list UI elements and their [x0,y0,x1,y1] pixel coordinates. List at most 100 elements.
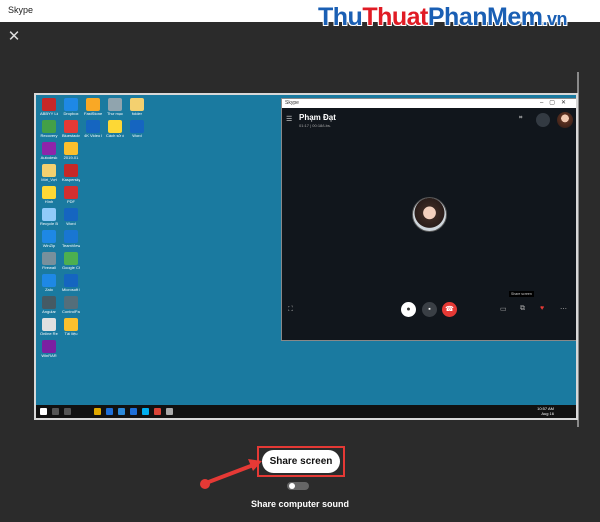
desktop-icon-label: Microsoft Edge [62,287,80,292]
desktop-icon: Word [128,120,146,146]
desktop-icon-glyph [64,252,78,265]
annotation-arrow [200,459,262,489]
desktop-icon-label: Word [66,221,76,226]
desktop-icon-label: Online Remote [40,331,58,336]
call-duration: 01:17 | 00:18/Lbs. [299,123,331,128]
desktop-icon: 4K Video Downloader [84,120,102,146]
desktop-icon-glyph [108,120,122,133]
chrome-icon [154,408,161,415]
desktop-icon-glyph [130,120,144,133]
desktop-icon-glyph [42,296,56,309]
share-screen-button[interactable]: Share screen [262,450,340,473]
desktop-icon-glyph [64,318,78,331]
desktop-icon-glyph [42,340,56,353]
word-icon [130,408,137,415]
desktop-icon-glyph [42,186,56,199]
desktop-icon-label: Mới_Vợt [41,177,57,182]
desktop-icon-label: TeamViewer [62,243,80,248]
desktop-icon-glyph [86,120,100,133]
taskbar-clock: 10:57 AM Aug 16 [537,406,554,416]
desktop-icon-glyph [42,120,56,133]
video-icon: ▪ [422,302,437,317]
desktop-icon-glyph [64,98,78,111]
skype-icon [142,408,149,415]
add-people-icon [536,113,550,127]
desktop-icon-glyph [42,208,56,221]
watermark-part-1: Thu [318,3,363,31]
desktop-icon-glyph [42,252,56,265]
more-icon: ⋯ [560,306,567,313]
skype-window-title: Skype [285,100,299,106]
clock-date: Aug 16 [541,411,554,416]
skype-window-titlebar: Skype –▢✕ [282,99,576,108]
desktop-icon-label: FastStone [84,111,102,116]
end-call-icon: ☎ [442,302,457,317]
desktop-icon-label: WinZip [42,243,56,248]
desktop-icon-label: PDF [67,199,75,204]
desktop-icon-glyph [64,186,78,199]
desktop-icon-label: Recovery [40,133,58,138]
layout-icon: ⌗ [519,115,523,121]
desktop-icon-glyph [64,164,78,177]
desktop-icon-glyph [64,230,78,243]
desktop-icon-label: Cách sử dụng [106,133,124,138]
menu-icon: ☰ [286,116,293,123]
chat-icon: ▭ [500,306,507,313]
desktop-icon-glyph [64,120,78,133]
desktop-icon-label: Kaspersky [62,177,80,182]
taskbar: 10:57 AM Aug 16 [36,405,576,418]
heart-icon: ♥ [540,305,545,312]
window-title: Skype [8,5,34,15]
desktop-icon-glyph [108,98,122,111]
desktop-icon-glyph [64,208,78,221]
desktop-icon-glyph [42,274,56,287]
screen-preview: ABBYY Lingvo Dropbox FastStone Thư mục folde… [34,93,578,420]
desktop-icon-glyph [42,318,56,331]
contact-avatar [412,197,447,232]
close-icon[interactable]: ✕ [7,29,21,44]
fullscreen-icon: ⛶ [288,306,293,313]
window-controls: –▢✕ [539,100,572,106]
desktop-icon-label: WinRAR [41,353,57,358]
desktop-icon-glyph [42,98,56,111]
edge-icon [106,408,113,415]
share-sound-label: Share computer sound [250,499,349,509]
desktop-icon-glyph [42,164,56,177]
desktop-icon-label: Hình [44,199,54,204]
desktop-icon-label: Zalo [45,287,53,292]
desktop-icon-label: Angular [42,309,56,314]
desktop-icon-label: ABBYY Lingvo [40,111,58,116]
desktop-icon-label: Thư mục [106,111,123,116]
desktop-icons: ABBYY Lingvo Dropbox FastStone Thư mục folde… [36,95,144,395]
desktop-icon-label: Word [132,133,142,138]
search-icon [52,408,59,415]
desktop-icon-label: Dropbox [63,111,79,116]
skype-call-window: Skype –▢✕ ☰ Phạm Đạt 01:17 | 00:18/Lbs. … [281,98,576,341]
watermark-part-3: PhanMem [427,3,543,31]
desktop-icon-label: Bluestacks [62,133,80,138]
share-screen-tooltip: Share screen [509,291,534,297]
store-icon [118,408,125,415]
taskview-icon [64,408,71,415]
start-icon [40,408,47,415]
desktop-icon-label: 2019-01 [63,155,79,160]
self-avatar [557,112,573,128]
app-icon [166,408,173,415]
desktop-icon: Tài liệu [62,318,80,344]
desktop-icon-label: 4K Video Downloader [84,133,102,138]
desktop-icon-label: Tài liệu [64,331,78,336]
desktop-icon: Cách sử dụng [106,120,124,146]
desktop-icon-label: Google Chrome [62,265,80,270]
desktop-icon-label: ControlPanel [62,309,80,314]
share-screen-icon: ⧉ [520,305,525,312]
desktop-icon-glyph [64,274,78,287]
watermark-logo: ThuThuatPhanMem.vn [318,3,567,32]
desktop-icon-glyph [42,142,56,155]
desktop-icon-label: Firewall [42,265,56,270]
desktop-icon-glyph [86,98,100,111]
share-sound-toggle[interactable] [287,482,309,490]
watermark-part-4: .vn [542,9,567,29]
desktop-icon: WinRAR [40,340,58,366]
desktop-icon-glyph [64,142,78,155]
toggle-knob [289,483,295,489]
